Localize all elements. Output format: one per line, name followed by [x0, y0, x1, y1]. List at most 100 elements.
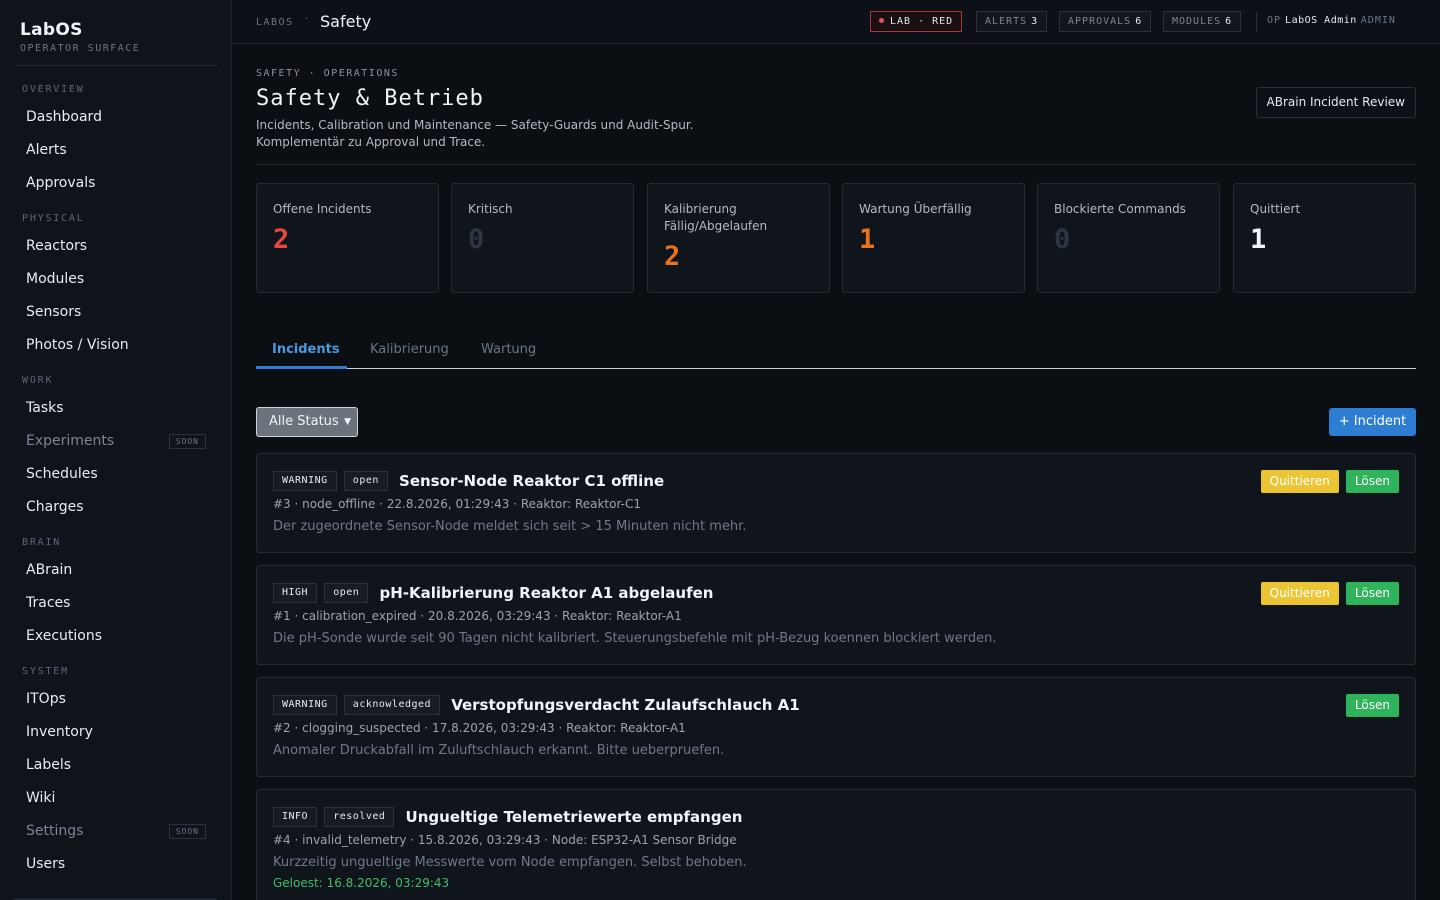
nav-section-brain: BRAIN: [22, 537, 62, 548]
brand-title: LabOS: [20, 20, 83, 40]
stat-card-calibration-due: Kalibrierung Fällig/Abgelaufen 2: [647, 183, 830, 293]
incident-actions: Quittieren Lösen: [1260, 582, 1399, 605]
incident-description: Kurzzeitig ungueltige Messwerte vom Node…: [273, 855, 747, 870]
sidebar-item-dashboard[interactable]: Dashboard: [26, 106, 206, 128]
approvals-count: 6: [1135, 16, 1143, 27]
severity-badge: INFO: [273, 807, 318, 827]
incident-header: HIGH open pH-Kalibrierung Reaktor A1 abg…: [273, 583, 713, 605]
tab-kalibrierung[interactable]: Kalibrierung: [370, 342, 449, 357]
status-badge: resolved: [324, 807, 395, 827]
modules-label: MODULES: [1172, 16, 1222, 27]
sidebar-item-reactors[interactable]: Reactors: [26, 235, 206, 257]
sidebar-item-modules[interactable]: Modules: [26, 268, 206, 290]
incident-actions: Lösen: [1345, 694, 1399, 717]
status-dot-icon: [879, 18, 884, 23]
stat-value: 1: [1250, 224, 1267, 255]
resolve-button[interactable]: Lösen: [1345, 470, 1399, 493]
nav-section-physical: PHYSICAL: [22, 213, 85, 224]
sidebar-item-label: Experiments: [26, 433, 115, 449]
incident-title[interactable]: Ungueltige Telemetriewerte empfangen: [406, 808, 743, 826]
tab-wartung[interactable]: Wartung: [481, 342, 536, 357]
status-filter-select[interactable]: Alle Status ▼: [256, 407, 358, 437]
sidebar-item-traces[interactable]: Traces: [26, 592, 206, 614]
sidebar-item-charges[interactable]: Charges: [26, 496, 206, 518]
breadcrumb-root[interactable]: LABOS: [256, 17, 294, 28]
incident-description: Der zugeordnete Sensor-Node meldet sich …: [273, 519, 747, 534]
sidebar-item-wiki[interactable]: Wiki: [26, 787, 206, 809]
incident-description: Anomaler Druckabfall im Zuluftschlauch e…: [273, 743, 725, 758]
stat-label: Kalibrierung Fällig/Abgelaufen: [664, 202, 768, 233]
incident-header: INFO resolved Ungueltige Telemetriewerte…: [273, 807, 742, 829]
page-title: Safety & Betrieb: [256, 86, 484, 111]
brand-subtitle: OPERATOR SURFACE: [20, 43, 141, 54]
stat-value: 1: [859, 224, 876, 255]
resolve-button[interactable]: Lösen: [1345, 582, 1399, 605]
user-role: ADMIN: [1360, 15, 1396, 26]
sidebar-item-alerts[interactable]: Alerts: [26, 139, 206, 161]
sidebar-item-settings[interactable]: Settings SOON: [26, 820, 206, 842]
tab-incidents[interactable]: Incidents: [272, 342, 340, 357]
stat-label: Kritisch: [468, 202, 513, 216]
user-menu[interactable]: OP LabOS Admin ADMIN: [1267, 15, 1396, 26]
sidebar-item-abrain[interactable]: ABrain: [26, 559, 206, 581]
sidebar-item-itops[interactable]: ITOps: [26, 688, 206, 710]
incident-meta: #2 · clogging_suspected · 17.8.2026, 03:…: [273, 721, 686, 735]
severity-badge: WARNING: [273, 471, 337, 491]
incident-card: HIGH open pH-Kalibrierung Reaktor A1 abg…: [256, 565, 1416, 665]
user-prefix: OP: [1267, 15, 1282, 26]
incident-card: WARNING acknowledged Verstopfungsverdach…: [256, 677, 1416, 777]
stats-row: Offene Incidents 2 Kritisch 0 Kalibrieru…: [256, 183, 1416, 293]
user-name: LabOS Admin: [1285, 15, 1357, 26]
incident-resolved-at: Geloest: 16.8.2026, 03:29:43: [273, 876, 450, 890]
abrain-incident-review-button[interactable]: ABrain Incident Review: [1255, 87, 1416, 118]
status-badge: open: [324, 583, 369, 603]
stat-label: Wartung Überfällig: [859, 202, 972, 216]
status-badge: open: [343, 471, 388, 491]
incident-title[interactable]: Verstopfungsverdacht Zulaufschlauch A1: [451, 696, 800, 714]
soon-badge: SOON: [168, 824, 206, 839]
alerts-count: 3: [1031, 16, 1039, 27]
sidebar-item-approvals[interactable]: Approvals: [26, 172, 206, 194]
incident-title[interactable]: Sensor-Node Reaktor C1 offline: [399, 472, 664, 490]
sidebar-item-executions[interactable]: Executions: [26, 625, 206, 647]
stat-value: 0: [1054, 224, 1071, 255]
alerts-badge[interactable]: ALERTS 3: [976, 11, 1048, 32]
resolve-button[interactable]: Lösen: [1345, 694, 1399, 717]
approvals-badge[interactable]: APPROVALS 6: [1059, 11, 1152, 32]
severity-badge: HIGH: [273, 583, 318, 603]
stat-card-critical: Kritisch 0: [451, 183, 634, 293]
modules-badge[interactable]: MODULES 6: [1163, 11, 1242, 32]
nav-section-overview: OVERVIEW: [22, 84, 85, 95]
lab-status-badge[interactable]: LAB · RED: [870, 11, 963, 32]
brand: LabOS OPERATOR SURFACE: [20, 20, 140, 54]
tab-bar: Incidents Kalibrierung Wartung: [256, 334, 1416, 369]
page-eyebrow: SAFETY · OPERATIONS: [256, 68, 399, 79]
sidebar-item-schedules[interactable]: Schedules: [26, 463, 206, 485]
alerts-label: ALERTS: [985, 16, 1028, 27]
page-description-line: Incidents, Calibration und Maintenance —…: [256, 118, 694, 132]
sidebar-item-users[interactable]: Users: [26, 853, 206, 875]
main-content: SAFETY · OPERATIONS Safety & Betrieb Inc…: [256, 44, 1416, 900]
incident-title[interactable]: pH-Kalibrierung Reaktor A1 abgelaufen: [379, 584, 713, 602]
incident-header: WARNING open Sensor-Node Reaktor C1 offl…: [273, 471, 664, 493]
sidebar-item-labels[interactable]: Labels: [26, 754, 206, 776]
modules-count: 6: [1225, 16, 1233, 27]
add-incident-button[interactable]: + Incident: [1329, 408, 1416, 436]
stat-card-blocked-commands: Blockierte Commands 0: [1037, 183, 1220, 293]
acknowledge-button[interactable]: Quittieren: [1260, 470, 1339, 493]
lab-status-label: LAB · RED: [890, 16, 954, 27]
acknowledge-button[interactable]: Quittieren: [1260, 582, 1339, 605]
status-filter-value: Alle Status: [269, 414, 339, 429]
stat-card-acknowledged: Quittiert 1: [1233, 183, 1416, 293]
incident-meta: #1 · calibration_expired · 20.8.2026, 03…: [273, 609, 682, 623]
sidebar-item-sensors[interactable]: Sensors: [26, 301, 206, 323]
sidebar-item-tasks[interactable]: Tasks: [26, 397, 206, 419]
incident-meta: #4 · invalid_telemetry · 15.8.2026, 03:2…: [273, 833, 737, 847]
header-divider: [256, 164, 1416, 165]
sidebar-item-photos-vision[interactable]: Photos / Vision: [26, 334, 206, 356]
stat-value: 2: [273, 224, 290, 255]
sidebar-item-inventory[interactable]: Inventory: [26, 721, 206, 743]
page-description: Incidents, Calibration und Maintenance —…: [256, 117, 776, 151]
sidebar-item-experiments[interactable]: Experiments SOON: [26, 430, 206, 452]
stat-card-maintenance-overdue: Wartung Überfällig 1: [842, 183, 1025, 293]
